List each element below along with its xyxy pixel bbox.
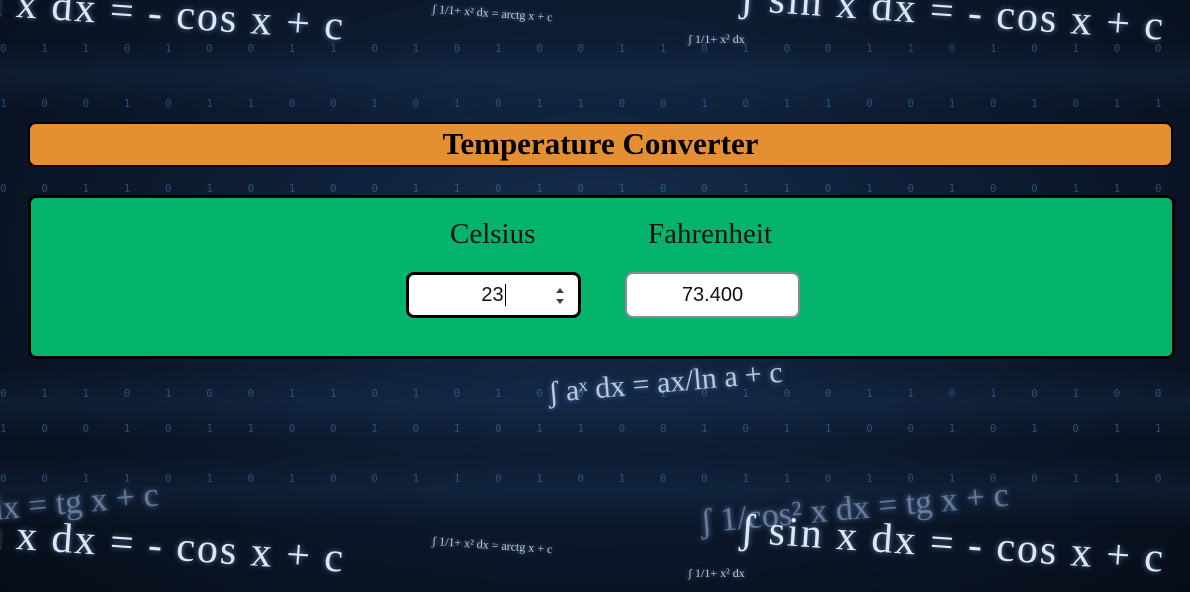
converter-panel: Celsius Fahrenheit 23 73.400 [28, 195, 1175, 359]
fahrenheit-value: 73.400 [681, 283, 744, 306]
page-title: Temperature Converter [442, 125, 759, 161]
background-digits: 0 1 1 0 1 0 0 1 1 0 1 0 1 0 0 1 1 0 1 0 … [0, 42, 1176, 55]
background-digits: 1 0 0 1 0 1 1 0 0 1 0 1 0 1 1 0 0 1 0 1 … [0, 422, 1176, 435]
page-header: Temperature Converter [28, 122, 1173, 167]
fahrenheit-label: Fahrenheit [648, 218, 773, 250]
celsius-input[interactable]: 23 [406, 272, 581, 318]
fahrenheit-input[interactable]: 73.400 [625, 272, 800, 318]
background-formula: ʃ 1/1+ x² dx [688, 566, 745, 580]
background-formula: ʃ 1/1+ x² dx [688, 32, 745, 46]
celsius-value: 23 [481, 283, 504, 306]
background-band [0, 455, 1190, 525]
background-formula: ʃ 1/1+ x² dx = arctg x + c [431, 533, 553, 557]
background-digits: 1 0 0 1 0 1 1 0 0 1 0 1 0 1 1 0 0 1 0 1 … [0, 97, 1176, 110]
background-digits: 0 0 1 1 0 1 0 1 0 0 1 1 0 1 0 1 0 0 1 1 … [0, 472, 1176, 485]
decrement-arrow-icon[interactable] [556, 299, 564, 304]
background-formula: ʃ 1/1+ x² dx = arctg x + c [431, 1, 553, 25]
spin-up-down-icon[interactable] [554, 286, 566, 306]
text-caret [504, 284, 506, 306]
increment-arrow-icon[interactable] [556, 288, 564, 293]
celsius-label: Celsius [450, 218, 536, 250]
